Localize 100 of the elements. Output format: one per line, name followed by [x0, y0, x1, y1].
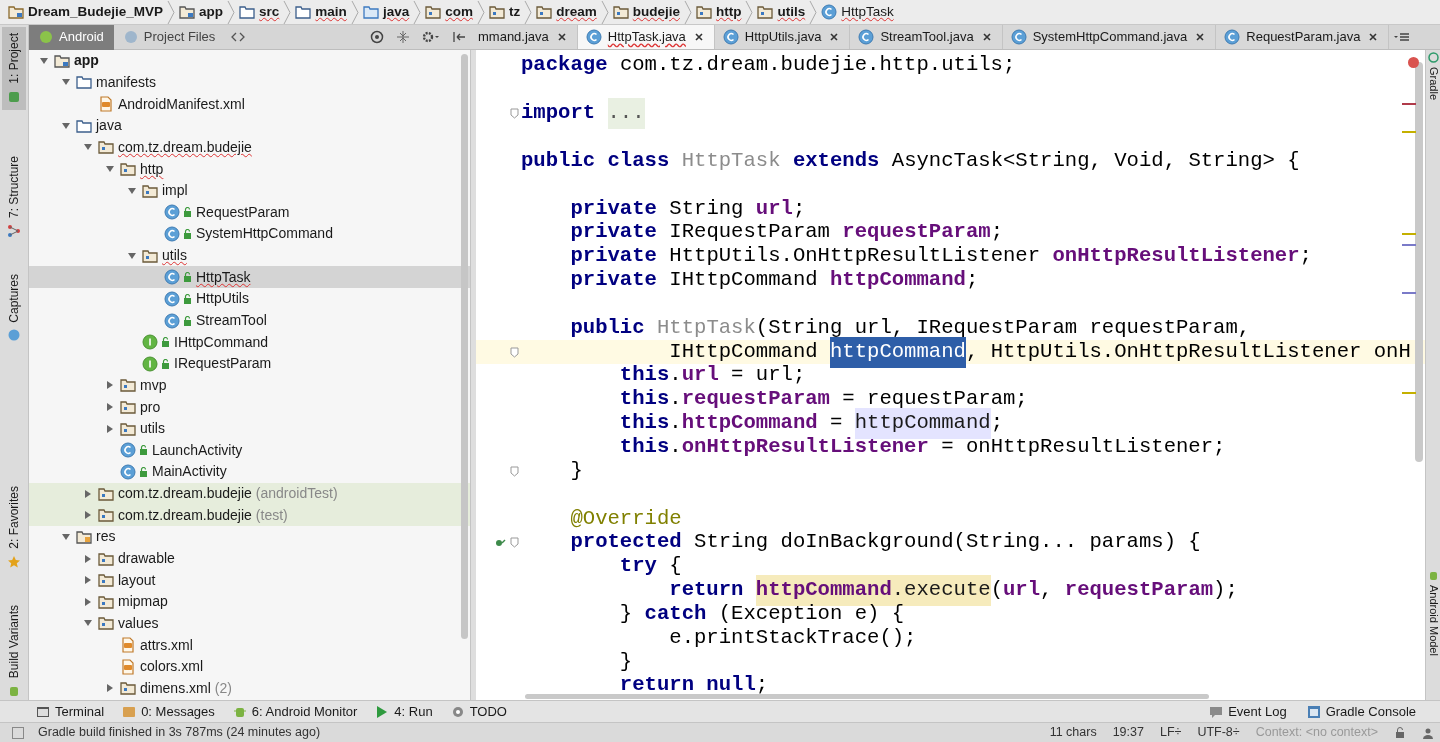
view-tab[interactable]: Project Files: [113, 24, 226, 50]
breadcrumb-item[interactable]: src: [235, 0, 284, 25]
tree-item[interactable]: java: [29, 114, 470, 137]
status-message: Gradle build finished in 3s 787ms (24 minutes ago): [38, 724, 321, 742]
package-folder-icon: [142, 182, 158, 199]
package-folder-icon: [120, 161, 136, 177]
chevron-icon: [227, 0, 236, 25]
tree-item[interactable]: MainActivity: [29, 461, 470, 483]
tree-item[interactable]: attrs.xml: [29, 634, 470, 656]
tree-item-note: (androidTest): [255, 484, 338, 504]
tree-item[interactable]: manifests: [29, 71, 470, 94]
tree-item[interactable]: values: [29, 612, 470, 635]
tree-item[interactable]: StreamTool: [29, 309, 470, 332]
tree-item-note: (2): [214, 678, 232, 698]
messages-icon: [122, 704, 137, 719]
class-icon: [821, 4, 838, 20]
lock-icon: [183, 293, 192, 304]
breadcrumb-item[interactable]: budejie: [608, 0, 684, 25]
scrollbar-thumb[interactable]: [461, 54, 468, 639]
tool-window-button[interactable]: 4: Run: [375, 701, 433, 722]
tree-item[interactable]: dimens.xml (2): [29, 677, 470, 700]
breadcrumb-item[interactable]: com: [421, 0, 477, 25]
breadcrumb-item[interactable]: app: [175, 0, 228, 25]
tool-window-tab[interactable]: Captures: [2, 267, 26, 349]
tree-item[interactable]: LaunchActivity: [29, 439, 470, 462]
expanded-arrow-icon: [83, 143, 93, 152]
tree-item[interactable]: pro: [29, 396, 470, 418]
tree-item[interactable]: SystemHttpCommand: [29, 223, 470, 245]
tool-window-button[interactable]: TODO: [450, 701, 507, 722]
tree-item[interactable]: HttpUtils: [29, 288, 470, 310]
tree-item[interactable]: drawable: [29, 547, 470, 570]
chevron-icon: [524, 0, 533, 25]
class-icon: [164, 225, 180, 242]
tree-item[interactable]: res: [29, 526, 470, 548]
warning-stripe-mark: [1402, 233, 1416, 235]
caret-position: 19:37: [1112, 724, 1144, 742]
tool-window-button[interactable]: 6: Android Monitor: [232, 701, 358, 722]
tool-window-tab[interactable]: Android Model: [1426, 570, 1440, 656]
package-folder-icon: [98, 507, 114, 524]
tree-item[interactable]: AndroidManifest.xml: [29, 93, 470, 115]
code-line: private HttpUtils.OnHttpResultListener onHttpResultListener;: [569, 243, 1312, 270]
tree-item[interactable]: utils: [29, 244, 470, 267]
tool-window-button[interactable]: Terminal: [36, 701, 105, 722]
tree-item[interactable]: com.tz.dream.budejie (androidTest): [29, 482, 470, 505]
code-line: private String url;: [569, 195, 806, 222]
code-line: public HttpTask(String url, IRequestParam requestParam,: [569, 314, 1251, 341]
breadcrumb-item[interactable]: HttpTask: [817, 0, 898, 25]
collapsed-arrow-icon: [106, 380, 114, 391]
tree-item[interactable]: IHttpCommand: [29, 331, 470, 353]
code-line: @Override: [569, 505, 682, 532]
panel-toggle-icon[interactable]: [12, 726, 24, 739]
editor-tab[interactable]: HttpTask.java: [577, 25, 715, 49]
breadcrumb-item[interactable]: main: [291, 0, 351, 25]
tree-item[interactable]: com.tz.dream.budejie: [29, 136, 470, 159]
context-label: Context: <no context>: [1255, 724, 1378, 742]
tree-item[interactable]: http: [29, 158, 470, 180]
tool-window-button[interactable]: Event Log: [1209, 701, 1287, 722]
tool-window-tab[interactable]: 1: Project: [2, 27, 26, 110]
lock-icon: [161, 358, 170, 369]
tool-window-button[interactable]: 0: Messages: [122, 701, 215, 722]
tree-item[interactable]: com.tz.dream.budejie (test): [29, 504, 470, 527]
breadcrumb-item[interactable]: utils: [753, 0, 810, 25]
collapsed-arrow-icon: [106, 402, 114, 413]
person-icon: [1422, 726, 1434, 739]
collapsed-arrow-icon: [84, 596, 92, 607]
scrollbar-thumb[interactable]: [1415, 62, 1423, 462]
tool-window-tab[interactable]: Build Variants: [2, 599, 26, 705]
view-tab[interactable]: Android: [29, 24, 114, 50]
tool-window-tab[interactable]: 7: Structure: [2, 149, 26, 244]
line-separator[interactable]: LF÷: [1159, 723, 1182, 742]
module-folder-icon: [8, 4, 24, 20]
settings-icon: [422, 30, 440, 44]
package-folder-icon: [695, 4, 712, 20]
collapse-icon: [396, 30, 410, 44]
tree-item[interactable]: app: [29, 50, 470, 72]
breadcrumb-item[interactable]: dream: [532, 0, 601, 25]
scrollbar-thumb[interactable]: [525, 694, 1209, 699]
tree-item[interactable]: HttpTask: [29, 266, 470, 289]
tool-window-tab[interactable]: 2: Favorites: [2, 480, 26, 576]
tree-item[interactable]: utils: [29, 417, 470, 440]
tree-item[interactable]: IRequestParam: [29, 352, 470, 375]
folder-icon: [239, 4, 256, 20]
file-encoding[interactable]: UTF-8÷: [1197, 723, 1240, 742]
breadcrumb-item[interactable]: http: [691, 0, 746, 25]
breadcrumb-item[interactable]: Dream_Budejie_MVP: [4, 0, 168, 25]
expanded-arrow-icon: [127, 251, 137, 260]
tool-window-tab[interactable]: Gradle: [1426, 52, 1440, 101]
tree-item[interactable]: RequestParam: [29, 201, 470, 224]
breadcrumb-item[interactable]: java: [358, 0, 414, 25]
tool-window-button[interactable]: Gradle Console: [1306, 701, 1416, 722]
tree-item[interactable]: mipmap: [29, 591, 470, 613]
tree-item[interactable]: impl: [29, 179, 470, 202]
code-line: e.printStackTrace();: [668, 624, 917, 651]
breadcrumb-item[interactable]: tz: [484, 0, 525, 25]
terminal-icon: [36, 704, 50, 719]
tree-item[interactable]: mvp: [29, 374, 470, 397]
module-folder-icon: [179, 4, 196, 20]
class-icon: [120, 442, 136, 459]
tree-item[interactable]: colors.xml: [29, 655, 470, 678]
tree-item[interactable]: layout: [29, 569, 470, 591]
